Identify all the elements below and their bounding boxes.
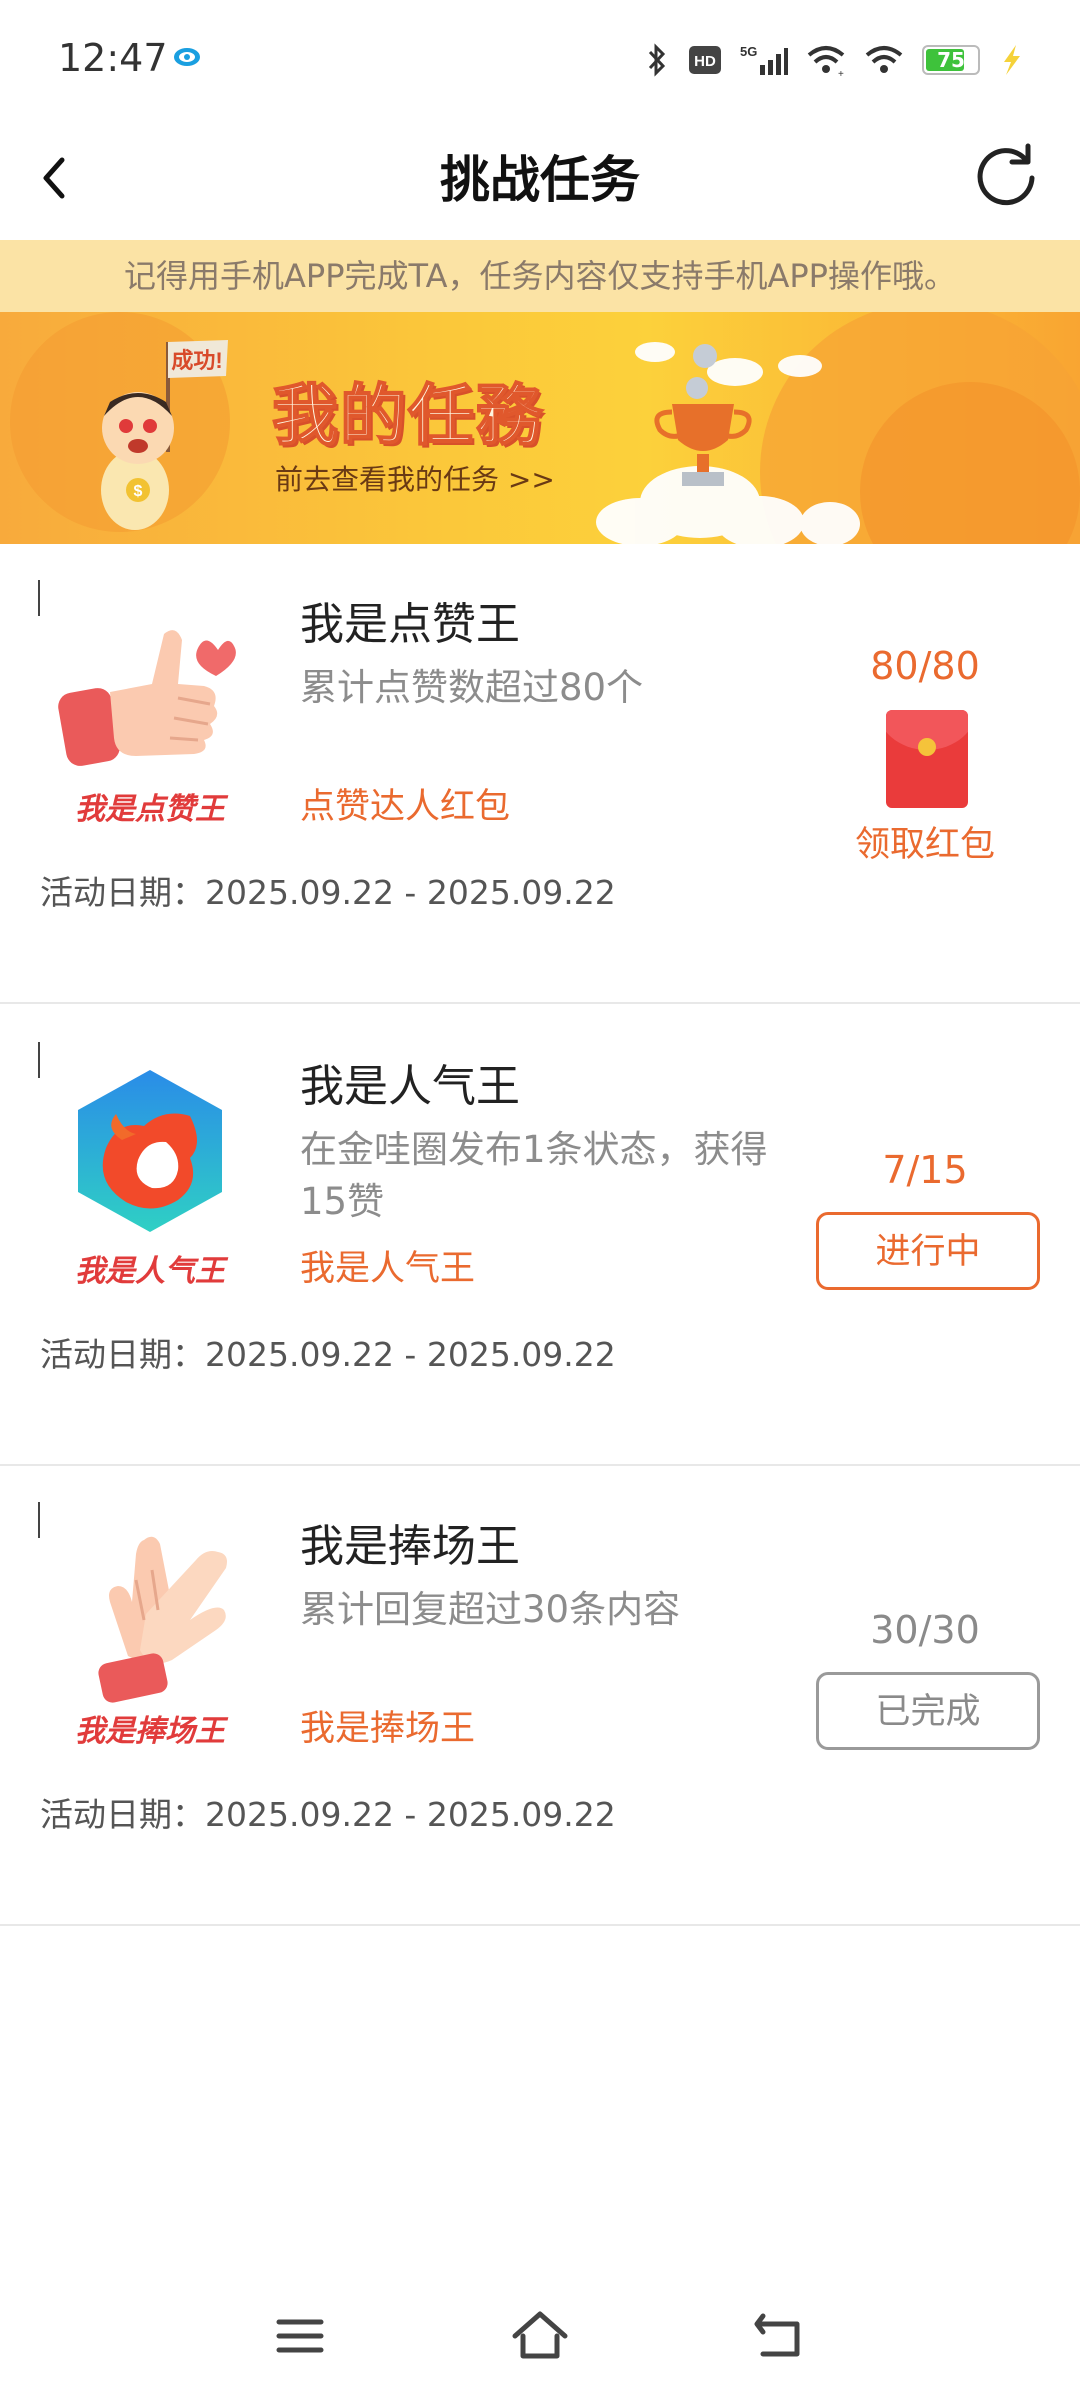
status-bar: 12:47 HD 5G + 75 [0, 0, 1080, 120]
task-image: 我是捧场王 [40, 1510, 260, 1750]
task-image-label: 我是点赞王 [75, 792, 225, 827]
task-item-support-king: 我是捧场王 我是捧场王 累计回复超过30条内容 我是捧场王 活动日期：2025.… [0, 1466, 1080, 1926]
task-image-label: 我是捧场王 [75, 1714, 225, 1749]
home-icon[interactable] [505, 2300, 575, 2370]
clapping-hands-icon [98, 1536, 227, 1703]
battery-icon: 75 [922, 45, 980, 75]
back-nav-icon[interactable] [745, 2300, 815, 2370]
wifi-icon [865, 46, 903, 73]
wifi-signal-icon: + [807, 46, 845, 77]
banner-flag-text: 成功! [171, 348, 222, 373]
in-progress-button[interactable]: 进行中 [816, 1212, 1040, 1290]
app-header: 挑战任务 [0, 120, 1080, 238]
red-envelope-icon[interactable] [886, 710, 968, 808]
task-description: 累计点赞数超过80个 [300, 666, 644, 709]
svg-text:HD: HD [694, 53, 716, 70]
task-progress: 80/80 [870, 644, 980, 688]
envelope-seal [918, 738, 936, 756]
task-image-label: 我是人气王 [75, 1254, 225, 1289]
task-progress: 7/15 [882, 1148, 968, 1192]
notice-bar: 记得用手机APP完成TA，任务内容仅支持手机APP操作哦。 [0, 240, 1080, 312]
task-description: 累计回复超过30条内容 [300, 1588, 681, 1631]
task-date: 活动日期：2025.09.22 - 2025.09.22 [40, 1795, 616, 1834]
banner-subtitle-link[interactable]: 前去查看我的任务 >> [275, 458, 555, 498]
battery-level: 75 [937, 48, 965, 72]
task-date: 活动日期：2025.09.22 - 2025.09.22 [40, 873, 616, 912]
task-reward: 点赞达人红包 [300, 787, 511, 827]
task-date: 活动日期：2025.09.22 - 2025.09.22 [40, 1335, 616, 1374]
page-title: 挑战任务 [440, 151, 640, 209]
svg-text:$: $ [134, 483, 143, 500]
status-icons: HD 5G + 75 [644, 38, 1024, 82]
5g-signal-icon: 5G [740, 44, 788, 75]
task-item-popularity-king: 我是人气王 我是人气王 在金哇圈发布1条状态，获得15赞 我是人气王 活动日期：… [0, 1006, 1080, 1466]
system-nav-bar [0, 2290, 1080, 2380]
task-image: 我是人气王 [40, 1050, 260, 1290]
task-reward: 我是捧场王 [300, 1709, 476, 1749]
menu-icon[interactable] [265, 2300, 335, 2370]
task-title: 我是人气王 [300, 1061, 520, 1112]
refresh-icon[interactable] [966, 134, 1046, 214]
hd-icon: HD [689, 46, 721, 74]
my-tasks-banner[interactable]: 成功! $ 我的任務 前去查看我的任务 >> [0, 312, 1080, 544]
task-reward: 我是人气王 [300, 1249, 476, 1289]
banner-title: 我的任務 [271, 376, 544, 455]
claim-red-envelope-button[interactable]: 领取红包 [800, 816, 1050, 867]
bluetooth-icon [648, 43, 666, 77]
task-description: 在金哇圈发布1条状态，获得15赞 [300, 1128, 768, 1223]
thumbs-up-icon [58, 630, 236, 766]
svg-text:+: + [838, 69, 844, 77]
svg-text:5G: 5G [740, 44, 757, 59]
task-progress: 30/30 [870, 1608, 980, 1652]
task-image: 我是点赞王 [40, 588, 260, 828]
task-title: 我是捧场王 [300, 1521, 520, 1572]
task-item-like-king: 我是点赞王 我是点赞王 累计点赞数超过80个 点赞达人红包 活动日期：2025.… [0, 544, 1080, 1004]
charging-icon [1004, 45, 1020, 75]
app-notification-icon [174, 48, 200, 66]
status-time: 12:47 [58, 36, 168, 80]
completed-button[interactable]: 已完成 [816, 1672, 1040, 1750]
task-title: 我是点赞王 [300, 599, 520, 650]
flame-icon [78, 1070, 222, 1232]
